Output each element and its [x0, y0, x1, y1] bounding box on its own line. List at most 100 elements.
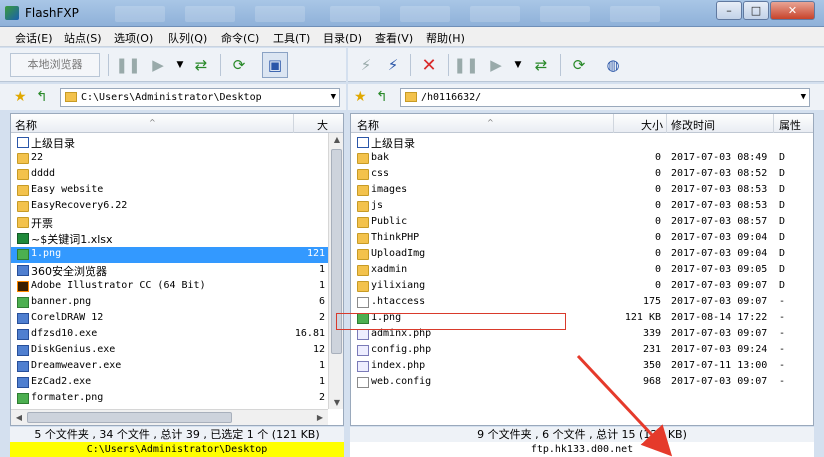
remote-refresh-icon[interactable]: ⟳ [566, 52, 592, 78]
file-modified-time: 2017-07-03 08:53 [671, 200, 768, 211]
remote-col-size[interactable]: 大小 [641, 117, 663, 133]
remote-status: 9 个文件夹 , 6 个文件 , 总计 15 (123 KB) [350, 427, 814, 442]
local-col-name[interactable]: 名称 [15, 117, 37, 133]
scroll-right-icon[interactable]: ▶ [312, 413, 328, 422]
folder-icon [357, 169, 369, 180]
file-size: 350 [642, 360, 661, 371]
local-file-row[interactable]: 360安全浏览器 1 [11, 263, 343, 279]
scroll-up-icon[interactable]: ▲ [329, 135, 343, 144]
remote-file-row[interactable]: index.php 350 2017-07-11 13:00- [351, 359, 813, 375]
refresh-icon[interactable]: ⟳ [226, 52, 252, 78]
local-file-row[interactable]: EasyRecovery6.22 [11, 199, 343, 215]
local-vertical-scrollbar[interactable]: ▲ ▼ [328, 133, 343, 409]
close-button[interactable]: ✕ [770, 1, 815, 20]
remote-file-row[interactable]: images 0 2017-07-03 08:53 D [351, 183, 813, 199]
parent-folder-icon[interactable]: ↰ [36, 89, 48, 105]
menu-help[interactable]: 帮助(H) [426, 30, 465, 46]
file-modified-time: 2017-07-03 09:05 [671, 264, 768, 275]
local-file-row[interactable]: formater.png 2 [11, 391, 343, 407]
file-size: 12 [312, 344, 325, 355]
remote-file-row[interactable]: xadmin 0 2017-07-03 09:05 D [351, 263, 813, 279]
file-file-icon [357, 297, 369, 308]
local-file-row[interactable]: Dreamweaver.exe 1 [11, 359, 343, 375]
local-browser-button[interactable]: 本地浏览器 [10, 53, 100, 77]
remote-col-name[interactable]: 名称 [357, 117, 379, 133]
abort-icon[interactable]: ✕ [416, 52, 442, 78]
disconnect-icon[interactable]: ⚡ [380, 52, 406, 78]
file-name: web.config [371, 376, 432, 387]
remote-file-row[interactable]: config.php 231 2017-07-03 09:24- [351, 343, 813, 359]
maximize-button[interactable]: □ [743, 1, 769, 20]
folder-icon [17, 153, 29, 164]
remote-favorite-star-icon[interactable]: ★ [354, 89, 367, 105]
remote-file-row[interactable]: Public 0 2017-07-03 08:57 D [351, 215, 813, 231]
exe-file-icon [17, 313, 29, 324]
local-file-row[interactable]: 开票 [11, 215, 343, 231]
favorite-star-icon[interactable]: ★ [14, 89, 27, 105]
local-file-list[interactable]: 名称 ^ 大 上级目录 22 dddd Easy website EasyRecover… [10, 113, 344, 426]
remote-file-list[interactable]: 名称 ^ 大小 修改时间 属性 上级目录 bak 0 2017-07-03 08:49… [350, 113, 814, 426]
local-file-row[interactable]: DiskGenius.exe 12 [11, 343, 343, 359]
pause-icon[interactable]: ❚❚ [115, 52, 141, 78]
local-col-size[interactable]: 大 [317, 117, 328, 133]
local-file-row[interactable]: EzCad2.exe 1 [11, 375, 343, 391]
remote-transfer-icon[interactable]: ⇄ [528, 52, 554, 78]
transfer-icon[interactable]: ⇄ [188, 52, 214, 78]
local-path-input[interactable]: C:\Users\Administrator\Desktop ▼ [60, 88, 340, 107]
minimize-button[interactable]: – [716, 1, 742, 20]
local-file-row[interactable]: ~$关键词1.xlsx [11, 231, 343, 247]
remote-chevron-down-icon[interactable]: ▼ [801, 89, 806, 106]
remote-file-row[interactable]: ThinkPHP 0 2017-07-03 09:04 D [351, 231, 813, 247]
folder-icon [17, 185, 29, 196]
local-file-row[interactable]: banner.png 6 [11, 295, 343, 311]
folder-icon [357, 217, 369, 228]
chevron-down-icon[interactable]: ▼ [331, 89, 336, 106]
menu-tools[interactable]: 工具(T) [273, 30, 310, 46]
sort-caret-icon: ^ [149, 118, 156, 127]
globe-icon[interactable]: ◍ [600, 52, 626, 78]
menu-commands[interactable]: 命令(C) [221, 30, 259, 46]
remote-file-row[interactable]: yilixiang 0 2017-07-03 09:07 D [351, 279, 813, 295]
remote-col-mtime[interactable]: 修改时间 [671, 117, 715, 133]
scroll-down-icon[interactable]: ▼ [329, 398, 343, 407]
remote-file-row[interactable]: css 0 2017-07-03 08:52 D [351, 167, 813, 183]
remote-file-row[interactable]: .htaccess 175 2017-07-03 09:07- [351, 295, 813, 311]
remote-file-row[interactable]: UploadImg 0 2017-07-03 09:04 D [351, 247, 813, 263]
local-file-row[interactable]: dddd [11, 167, 343, 183]
menu-sites[interactable]: 站点(S) [64, 30, 102, 46]
remote-pause-icon[interactable]: ❚❚ [453, 52, 479, 78]
remote-file-row[interactable]: js 0 2017-07-03 08:53 D [351, 199, 813, 215]
remote-path-bar: ★ ↰ /h0116632/ ▼ [348, 84, 824, 110]
local-file-row[interactable]: 1.png 121 [11, 247, 343, 263]
local-file-row[interactable]: 22 [11, 151, 343, 167]
local-file-row[interactable]: dfzsd10.exe 16.81 [11, 327, 343, 343]
remote-column-header: 名称 ^ 大小 修改时间 属性 [351, 114, 813, 133]
remote-col-attr[interactable]: 属性 [779, 117, 801, 133]
remote-path-input[interactable]: /h0116632/ ▼ [400, 88, 810, 107]
file-size: 0 [654, 248, 661, 259]
scroll-left-icon[interactable]: ◀ [11, 413, 27, 422]
menu-session[interactable]: 会话(E) [15, 30, 53, 46]
remote-file-row[interactable]: web.config 968 2017-07-03 09:07- [351, 375, 813, 391]
menu-queue[interactable]: 队列(Q) [168, 30, 207, 46]
local-file-row[interactable]: Easy website [11, 183, 343, 199]
folder-icon [17, 217, 29, 228]
local-horizontal-scrollbar[interactable]: ◀ ▶ [11, 409, 328, 425]
remote-parent-folder-icon[interactable]: ↰ [376, 89, 388, 105]
local-computer-icon[interactable]: ▣ [262, 52, 288, 78]
connect-icon[interactable]: ⚡ [353, 52, 379, 78]
menu-view[interactable]: 查看(V) [375, 30, 413, 46]
file-attribute: - [779, 296, 786, 307]
menu-directory[interactable]: 目录(D) [323, 30, 362, 46]
local-file-row[interactable]: Adobe Illustrator CC (64 Bit) 1 [11, 279, 343, 295]
file-modified-time: 2017-07-03 09:07 [671, 296, 768, 307]
remote-sort-caret-icon: ^ [487, 118, 494, 127]
file-name: 22 [31, 152, 44, 163]
remote-file-row[interactable]: 上级目录 [351, 135, 813, 151]
local-file-row[interactable]: CorelDRAW 12 2 [11, 311, 343, 327]
menu-options[interactable]: 选项(O) [114, 30, 153, 46]
file-name: config.php [371, 344, 432, 355]
remote-file-row[interactable]: bak 0 2017-07-03 08:49 D [351, 151, 813, 167]
local-file-row[interactable]: 上级目录 [11, 135, 343, 151]
file-name: ~$关键词1.xlsx [31, 233, 113, 246]
